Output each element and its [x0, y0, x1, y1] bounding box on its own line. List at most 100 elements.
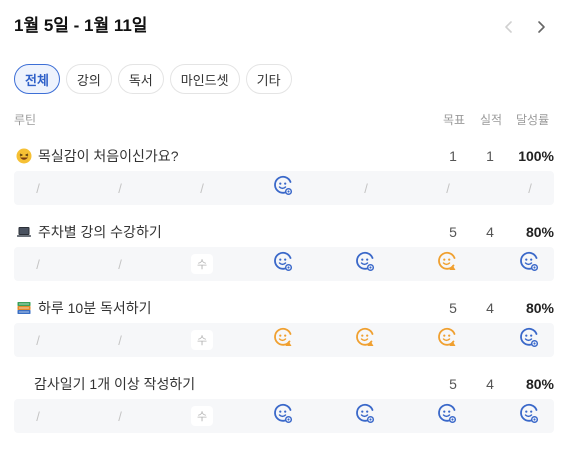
laptop-emoji-icon: [16, 224, 32, 240]
smile-check-icon: [355, 403, 377, 430]
tab-mindset[interactable]: 마인드셋: [169, 64, 240, 94]
weekly-check-strip: / / 수: [14, 323, 554, 357]
category-tabs: 전체 강의 독서 마인드셋 기타: [14, 64, 292, 94]
routine-goal: 5: [449, 300, 457, 316]
day-check-cell[interactable]: /: [182, 171, 222, 205]
smile-check-icon: [273, 251, 295, 278]
day-check-cell[interactable]: 수: [182, 323, 222, 357]
day-check-cell[interactable]: [346, 323, 386, 357]
routine-goal: 5: [449, 376, 457, 392]
day-check-cell[interactable]: [264, 399, 304, 433]
routine-item: 하루 10분 독서하기 5 4 80% / / 수: [14, 297, 554, 357]
day-empty-mark: /: [36, 256, 40, 272]
tab-all[interactable]: 전체: [14, 64, 60, 94]
day-empty-mark: /: [118, 256, 122, 272]
routine-item: 감사일기 1개 이상 작성하기 5 4 80% / / 수: [14, 373, 554, 433]
routine-name: 하루 10분 독서하기: [38, 300, 152, 316]
day-check-cell[interactable]: /: [100, 171, 140, 205]
day-check-cell[interactable]: [264, 247, 304, 281]
day-check-cell[interactable]: [428, 247, 468, 281]
routine-rate: 100%: [518, 148, 554, 164]
day-empty-mark: /: [200, 180, 204, 196]
smile-check-icon: [355, 251, 377, 278]
routine-summary-row[interactable]: 하루 10분 독서하기 5 4 80%: [14, 297, 554, 319]
routine-actual: 4: [486, 300, 494, 316]
chevron-right-icon: [538, 21, 545, 33]
day-empty-mark: /: [36, 408, 40, 424]
routine-actual: 1: [486, 148, 494, 164]
day-check-cell[interactable]: [264, 171, 304, 205]
goal-column-header: 목표: [443, 113, 466, 127]
routine-rate: 80%: [525, 224, 554, 240]
week-range-title: 1월 5일 - 1월 11일: [14, 16, 148, 35]
next-week-button[interactable]: [530, 16, 552, 38]
routine-name: 주차별 강의 수강하기: [38, 224, 162, 240]
day-check-cell[interactable]: 수: [182, 399, 222, 433]
day-check-cell[interactable]: [510, 247, 550, 281]
day-check-cell[interactable]: /: [18, 171, 58, 205]
day-empty-mark: /: [118, 332, 122, 348]
day-empty-mark: /: [36, 180, 40, 196]
routine-goal: 5: [449, 224, 457, 240]
smile-check-icon: [437, 403, 459, 430]
routine-rate: 80%: [525, 300, 554, 316]
day-check-cell[interactable]: [346, 399, 386, 433]
smile-warning-icon: [273, 327, 295, 354]
actual-column-header: 실적: [480, 113, 503, 127]
routine-summary-row[interactable]: 목실감이 처음이신가요? 1 1 100%: [14, 145, 554, 167]
routine-name: 감사일기 1개 이상 작성하기: [34, 376, 196, 392]
routine-rate: 80%: [525, 376, 554, 392]
tab-reading[interactable]: 독서: [117, 64, 164, 94]
tab-lecture[interactable]: 강의: [65, 64, 112, 94]
day-empty-mark: /: [118, 180, 122, 196]
day-check-cell[interactable]: /: [18, 247, 58, 281]
smile-warning-icon: [437, 327, 459, 354]
day-check-cell[interactable]: /: [100, 399, 140, 433]
day-check-cell[interactable]: [510, 323, 550, 357]
day-check-cell[interactable]: /: [510, 171, 550, 205]
day-check-cell[interactable]: /: [428, 171, 468, 205]
smile-warning-icon: [437, 251, 459, 278]
routine-actual: 4: [486, 376, 494, 392]
day-check-cell[interactable]: /: [346, 171, 386, 205]
day-label: 수: [191, 254, 213, 274]
day-check-cell[interactable]: [510, 399, 550, 433]
smile-check-icon: [519, 251, 541, 278]
day-check-cell[interactable]: 수: [182, 247, 222, 281]
routine-item: 목실감이 처음이신가요? 1 1 100% / / / / / /: [14, 145, 554, 205]
routine-column-header: 루틴: [14, 113, 37, 127]
routine-summary-row[interactable]: 감사일기 1개 이상 작성하기 5 4 80%: [14, 373, 554, 395]
day-empty-mark: /: [118, 408, 122, 424]
smile-check-icon: [273, 175, 295, 202]
day-label: 수: [191, 330, 213, 350]
tab-etc[interactable]: 기타: [245, 64, 292, 94]
day-check-cell[interactable]: /: [18, 399, 58, 433]
day-empty-mark: /: [36, 332, 40, 348]
routine-goal: 1: [449, 148, 457, 164]
day-check-cell[interactable]: /: [18, 323, 58, 357]
day-empty-mark: /: [446, 180, 450, 196]
smile-check-icon: [519, 327, 541, 354]
day-check-cell[interactable]: [428, 323, 468, 357]
week-header: 1월 5일 - 1월 11일: [14, 14, 557, 40]
day-empty-mark: /: [528, 180, 532, 196]
day-label: 수: [191, 406, 213, 426]
day-check-cell[interactable]: /: [100, 323, 140, 357]
smile-warning-icon: [355, 327, 377, 354]
smile-check-icon: [519, 403, 541, 430]
prev-week-button[interactable]: [498, 16, 520, 38]
smile-check-icon: [273, 403, 295, 430]
weekly-check-strip: / / 수: [14, 399, 554, 433]
weekly-check-strip: / / 수: [14, 247, 554, 281]
day-check-cell[interactable]: [264, 323, 304, 357]
routine-item: 주차별 강의 수강하기 5 4 80% / / 수: [14, 221, 554, 281]
laughing-face-emoji-icon: [16, 148, 32, 164]
day-check-cell[interactable]: [346, 247, 386, 281]
routine-summary-row[interactable]: 주차별 강의 수강하기 5 4 80%: [14, 221, 554, 243]
day-empty-mark: /: [364, 180, 368, 196]
chevron-left-icon: [505, 21, 512, 33]
day-check-cell[interactable]: [428, 399, 468, 433]
routine-actual: 4: [486, 224, 494, 240]
day-check-cell[interactable]: /: [100, 247, 140, 281]
rate-column-header: 달성률: [516, 113, 550, 127]
